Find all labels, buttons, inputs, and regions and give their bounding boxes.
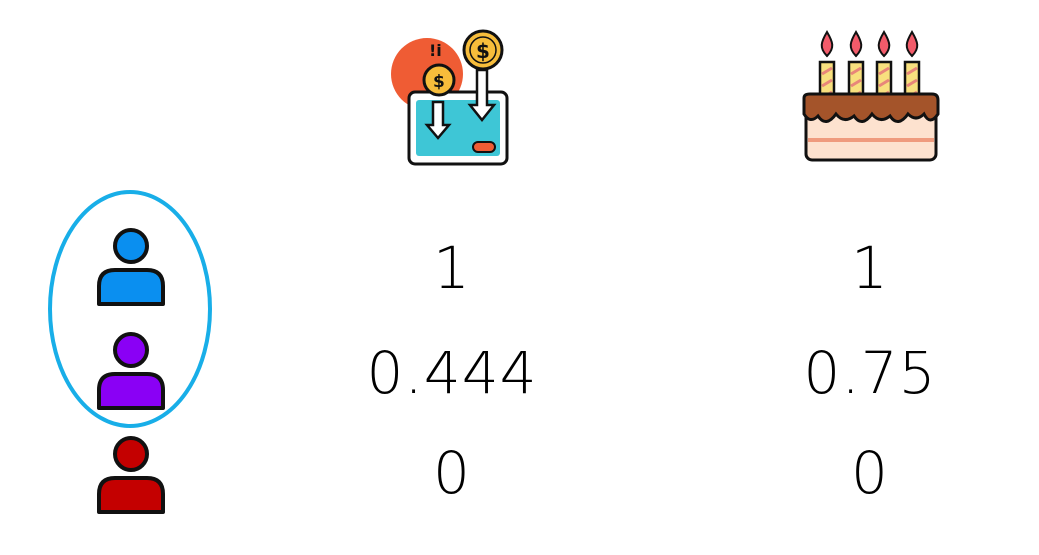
money-wallet-icon: !i $ $ <box>391 29 509 166</box>
birthday-cake-icon <box>802 30 940 162</box>
value-row1-cake: 1 <box>851 234 889 302</box>
person-icon-purple <box>97 332 165 410</box>
svg-text:$: $ <box>476 39 490 63</box>
svg-text:$: $ <box>433 72 445 92</box>
value-row2-money: 0.444 <box>366 339 538 407</box>
svg-text:!i: !i <box>429 41 442 60</box>
value-row2-cake: 0.75 <box>803 339 937 407</box>
person-icon-blue <box>97 228 165 306</box>
value-row1-money: 1 <box>433 234 471 302</box>
canvas: { "columns": [ {"icon": "money-wallet-ic… <box>0 0 1039 555</box>
value-row3-cake: 0 <box>851 439 889 507</box>
value-row3-money: 0 <box>433 439 471 507</box>
person-icon-red <box>97 436 165 514</box>
